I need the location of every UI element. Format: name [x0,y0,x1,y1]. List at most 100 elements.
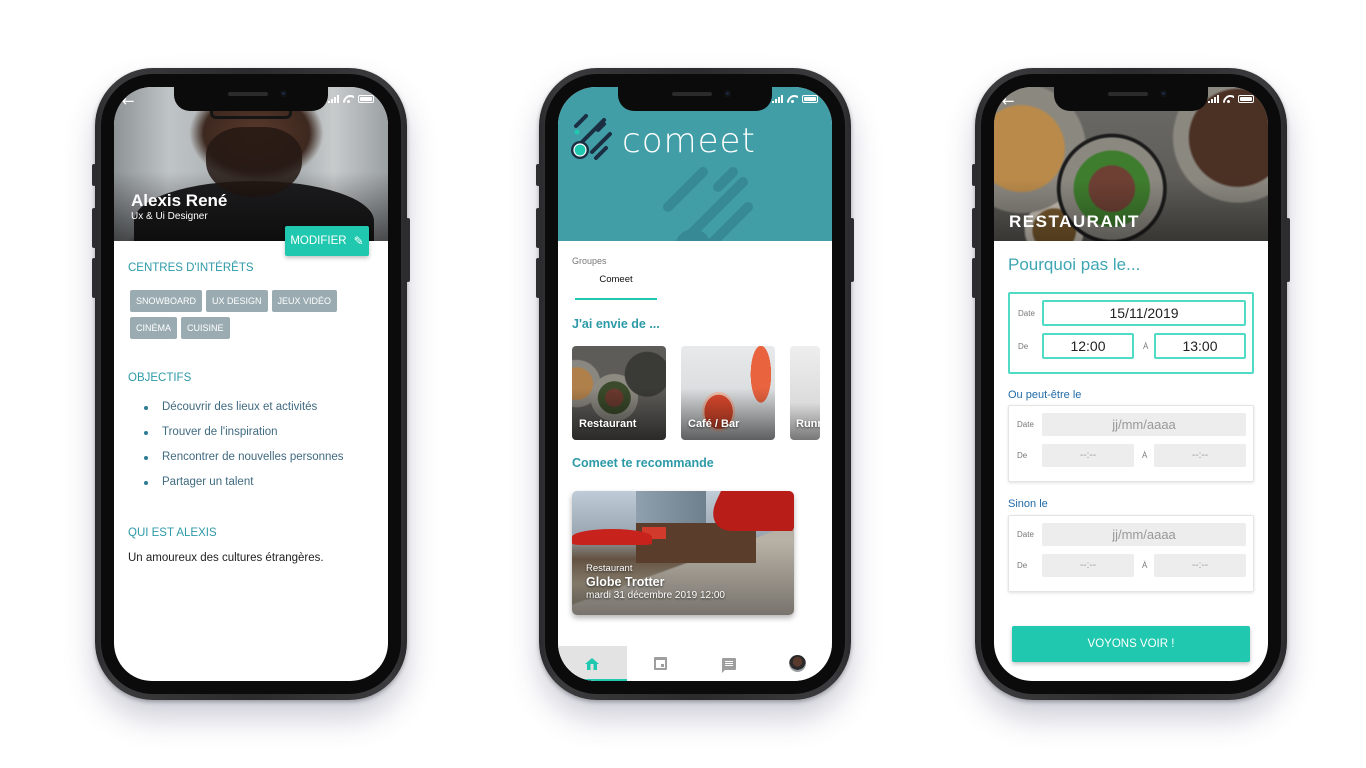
status-bar [772,95,818,103]
about-title: QUI EST ALEXIS [128,527,217,539]
bullet-icon [144,431,148,435]
status-bar [328,95,374,103]
recommendation-card[interactable]: Restaurant Globe Trotter mardi 31 décemb… [572,491,794,615]
slot-2-title: Ou peut-être le [1008,389,1082,401]
objective-item: Trouver de l'inspiration [144,426,344,451]
calendar-icon [654,657,668,670]
nav-profile[interactable] [764,646,833,681]
signal-icon [328,95,339,103]
category-carousel[interactable]: Restaurant Café / Bar Runn [572,346,820,440]
groups-label: Groupes [572,256,607,266]
recommendation-name: Globe Trotter [586,575,665,589]
from-label: De [1017,561,1028,570]
app-logo: comeet [622,121,756,161]
phone-side-button [850,218,854,282]
prompt-title: Pourquoi pas le... [1008,255,1141,274]
phone-notch [1054,87,1208,111]
bullet-icon [144,481,148,485]
from-label: De [1018,342,1029,351]
objectives-list: Découvrir des lieux et activités Trouver… [144,401,344,501]
to-label: À [1142,561,1148,570]
mockup-stage: ← Alexis René Ux & Ui Designer MODIFIER … [0,0,1366,768]
date-label: Date [1017,420,1034,429]
comet-watermark-icon [663,167,753,241]
interest-tag[interactable]: UX DESIGN [206,290,268,312]
phone-notch [174,87,328,111]
slot-2-date-input[interactable]: jj/mm/aaaa [1042,413,1246,436]
slot-1-from-input[interactable]: 12:00 [1042,333,1134,359]
comet-logo-icon [571,114,612,160]
to-label: À [1142,451,1148,460]
restaurant-screen: ← RESTAURANT Pourquoi pas le... Date 15/… [994,87,1268,681]
slot-1-card: Date 15/11/2019 De 12:00 À 13:00 [1008,292,1254,374]
bullet-icon [144,406,148,410]
objectives-title: OBJECTIFS [128,372,192,384]
interest-tag[interactable]: CINÉMA [130,317,178,339]
slot-3-date-input[interactable]: jj/mm/aaaa [1042,523,1246,546]
phone-side-button [536,208,540,248]
slot-2-to-input[interactable]: --:-- [1154,444,1246,467]
home-screen: comeet Groupes Comeet J'ai envie de ... … [558,87,832,681]
slot-1-to-input[interactable]: 13:00 [1154,333,1246,359]
battery-icon [802,95,818,103]
slot-3-to-input[interactable]: --:-- [1154,554,1246,577]
phone-restaurant: ← RESTAURANT Pourquoi pas le... Date 15/… [972,68,1290,700]
slot-3-card: Date jj/mm/aaaa De --:-- À --:-- [1008,515,1254,592]
phone-side-button [972,164,976,186]
phone-side-button [972,258,976,298]
signal-icon [772,95,783,103]
interests-title: CENTRES D'INTÉRÊTS [128,262,254,274]
recommend-title: Comeet te recommande [572,456,714,470]
wifi-icon [787,95,798,103]
phone-side-button [92,258,96,298]
phone-side-button [92,164,96,186]
objective-item: Partager un talent [144,476,344,501]
submit-button[interactable]: VOYONS VOIR ! [1012,626,1250,662]
profile-screen: ← Alexis René Ux & Ui Designer MODIFIER … [114,87,388,681]
date-label: Date [1017,530,1034,539]
tab-group-comeet[interactable]: Comeet [575,274,657,285]
back-arrow-icon[interactable]: ← [1002,92,1015,110]
interest-tag[interactable]: JEUX VIDÉO [271,290,338,312]
nav-messages[interactable] [695,646,764,681]
objective-item: Découvrir des lieux et activités [144,401,344,426]
avatar-icon [789,655,807,672]
category-card-cafe-bar[interactable]: Café / Bar [681,346,775,440]
interest-tag[interactable]: CUISINE [181,317,230,339]
slot-1-date-input[interactable]: 15/11/2019 [1042,300,1246,326]
about-text: Un amoureux des cultures étrangères. [128,552,324,564]
battery-icon [1238,95,1254,103]
bullet-icon [144,456,148,460]
category-card-running[interactable]: Runn [790,346,820,440]
slot-2-from-input[interactable]: --:-- [1042,444,1134,467]
phone-side-button [1286,218,1290,282]
category-card-restaurant[interactable]: Restaurant [572,346,666,440]
edit-profile-button[interactable]: MODIFIER ✎ [285,226,369,256]
nav-calendar[interactable] [627,646,696,681]
slot-3-from-input[interactable]: --:-- [1042,554,1134,577]
battery-icon [358,95,374,103]
want-title: J'ai envie de ... [572,317,660,331]
slot-3-title: Sinon le [1008,498,1048,510]
phone-side-button [536,164,540,186]
chat-icon [722,657,737,673]
recommendation-datetime: mardi 31 décembre 2019 12:00 [586,590,725,601]
edit-label: MODIFIER [290,235,347,247]
bottom-navigation [558,646,832,681]
restaurant-header-title: RESTAURANT [1009,212,1140,231]
objective-item: Rencontrer de nouvelles personnes [144,451,344,476]
phone-side-button [406,218,410,282]
phone-profile: ← Alexis René Ux & Ui Designer MODIFIER … [92,68,410,700]
phone-side-button [92,208,96,248]
interest-tags: SNOWBOARD UX DESIGN JEUX VIDÉO CINÉMA CU… [130,290,370,339]
signal-icon [1208,95,1219,103]
tab-active-indicator [575,298,657,300]
nav-home[interactable] [558,646,627,681]
status-bar [1208,95,1254,103]
to-label: À [1143,342,1149,351]
phone-home: comeet Groupes Comeet J'ai envie de ... … [536,68,854,700]
home-icon [585,657,600,670]
back-arrow-icon[interactable]: ← [122,92,135,110]
interest-tag[interactable]: SNOWBOARD [130,290,203,312]
from-label: De [1017,451,1028,460]
